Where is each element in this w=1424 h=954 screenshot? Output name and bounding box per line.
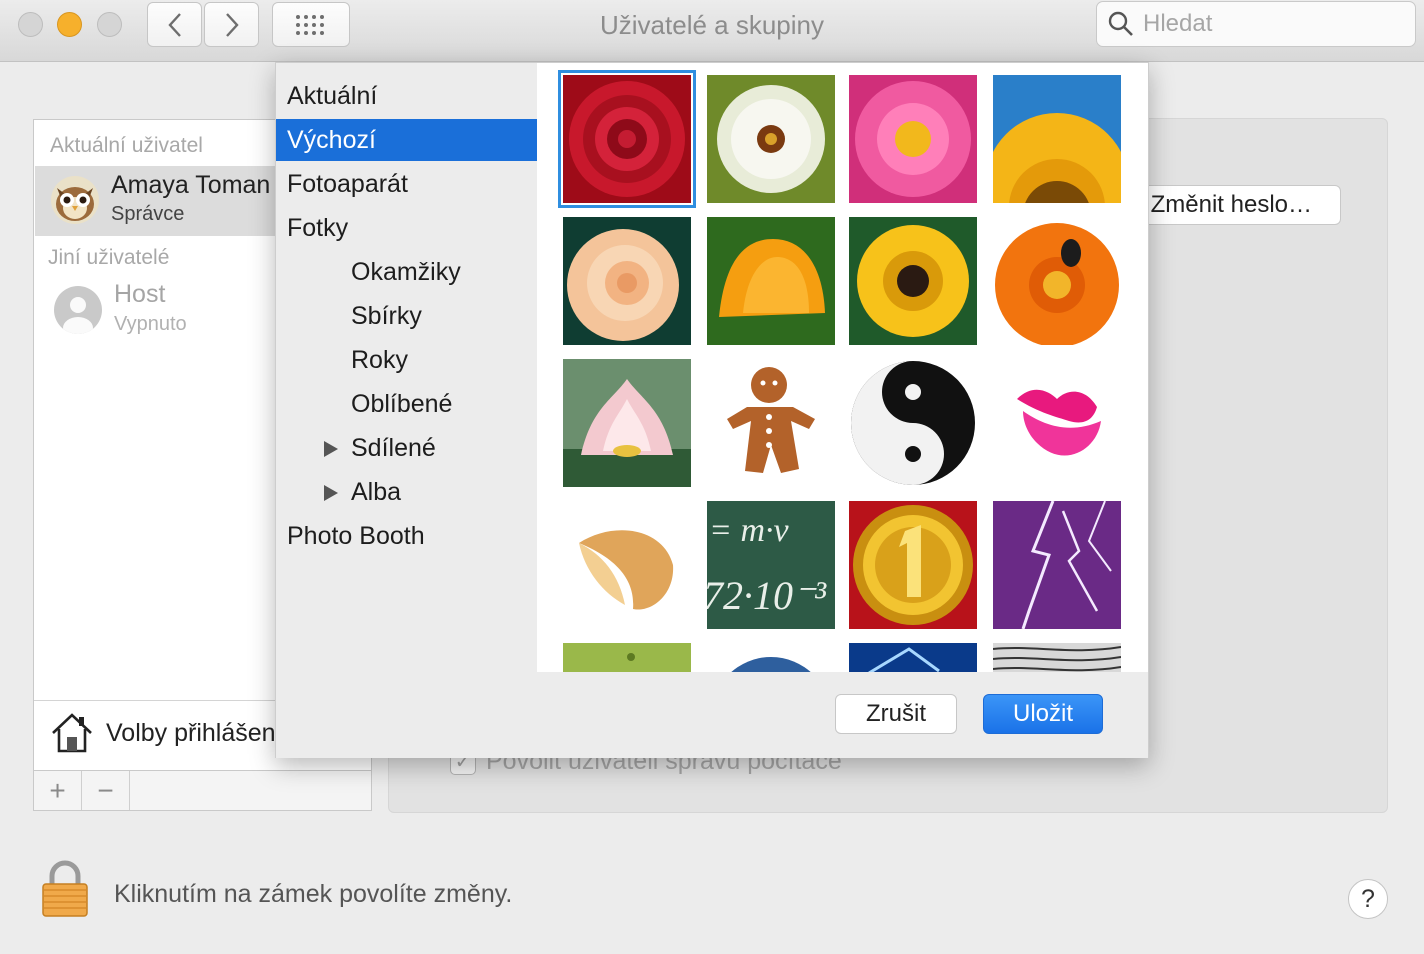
peach-rose-icon bbox=[563, 217, 691, 345]
grid-icon bbox=[296, 14, 324, 35]
help-button[interactable]: ? bbox=[1348, 879, 1388, 919]
show-all-button[interactable] bbox=[272, 2, 350, 47]
picture-peach-rose[interactable] bbox=[563, 217, 691, 345]
gingerbread-icon bbox=[707, 359, 835, 487]
picture-ice[interactable] bbox=[849, 643, 977, 672]
yin-yang-icon bbox=[849, 359, 977, 487]
owl-avatar-icon bbox=[51, 176, 99, 224]
disclosure-triangle-icon[interactable] bbox=[324, 485, 338, 501]
current-user-name: Amaya Toman bbox=[111, 171, 271, 199]
picture-lipstick-kiss[interactable] bbox=[993, 359, 1121, 487]
source-camera[interactable]: Fotoaparát bbox=[276, 163, 537, 205]
rose-icon bbox=[563, 75, 691, 203]
guest-user-status: Vypnuto bbox=[114, 313, 187, 335]
login-options-label: Volby přihlášení bbox=[106, 719, 283, 747]
source-photos[interactable]: Fotky bbox=[276, 207, 537, 249]
current-user-header: Aktuální uživatel bbox=[50, 134, 203, 157]
lock-hint-text: Kliknutím na zámek povolíte změny. bbox=[114, 880, 513, 908]
source-albums[interactable]: Alba bbox=[276, 471, 537, 513]
lightning-icon bbox=[993, 501, 1121, 629]
fortune-cookie-icon bbox=[563, 501, 691, 629]
chalkboard-icon: = m·v 72·10⁻³ bbox=[707, 501, 835, 629]
picture-yin-yang[interactable] bbox=[849, 359, 977, 487]
dandelion-icon bbox=[707, 75, 835, 203]
picture-black-eyed-susan[interactable] bbox=[849, 217, 977, 345]
picture-red-rose[interactable] bbox=[558, 70, 696, 208]
source-shared-label: Sdílené bbox=[351, 434, 436, 462]
source-shared[interactable]: Sdílené bbox=[276, 427, 537, 469]
source-favorites[interactable]: Oblíbené bbox=[276, 383, 537, 425]
minimize-window-button[interactable] bbox=[57, 12, 82, 37]
picture-gold-medal[interactable] bbox=[849, 501, 977, 629]
back-forward-buttons bbox=[147, 2, 259, 47]
leaf-icon bbox=[563, 643, 691, 672]
cancel-button[interactable]: Zrušit bbox=[835, 694, 957, 734]
chalkboard-line-2: 72·10⁻³ bbox=[707, 573, 827, 618]
forward-button[interactable] bbox=[204, 2, 259, 47]
kiss-icon bbox=[993, 359, 1121, 487]
add-user-button[interactable]: + bbox=[34, 771, 82, 810]
back-button[interactable] bbox=[147, 2, 202, 47]
add-remove-bar: + − bbox=[34, 770, 371, 810]
search-input[interactable] bbox=[1143, 10, 1403, 38]
search-icon bbox=[1108, 11, 1133, 36]
gold-medal-icon bbox=[849, 501, 977, 629]
remove-user-button[interactable]: − bbox=[82, 771, 130, 810]
save-button[interactable]: Uložit bbox=[983, 694, 1103, 734]
picture-dandelion[interactable] bbox=[707, 75, 835, 203]
source-defaults[interactable]: Výchozí bbox=[276, 119, 537, 161]
picture-fortune-cookie[interactable] bbox=[563, 501, 691, 629]
current-user-role: Správce bbox=[111, 203, 185, 225]
sunflower-icon bbox=[993, 75, 1121, 203]
source-moments[interactable]: Okamžiky bbox=[276, 251, 537, 293]
source-collections[interactable]: Sbírky bbox=[276, 295, 537, 337]
picture-water-lily[interactable] bbox=[563, 359, 691, 487]
search-field[interactable] bbox=[1096, 1, 1416, 47]
picture-zebra[interactable] bbox=[993, 643, 1121, 672]
other-users-header: Jiní uživatelé bbox=[48, 246, 170, 269]
picture-orange-gerbera[interactable] bbox=[993, 217, 1121, 345]
picture-sunflower[interactable] bbox=[993, 75, 1121, 203]
zoom-window-button[interactable] bbox=[97, 12, 122, 37]
chevron-right-icon bbox=[225, 12, 239, 37]
guest-user-name[interactable]: Host bbox=[114, 280, 165, 309]
earth-icon bbox=[707, 643, 835, 672]
source-photo-booth[interactable]: Photo Booth bbox=[276, 515, 537, 557]
source-recent[interactable]: Aktuální bbox=[276, 75, 537, 117]
picture-source-list: Aktuální Výchozí Fotoaparát Fotky Okamži… bbox=[276, 63, 537, 672]
guest-avatar-icon[interactable] bbox=[54, 286, 102, 334]
gerbera-icon bbox=[993, 217, 1121, 345]
picture-picker: Aktuální Výchozí Fotoaparát Fotky Okamži… bbox=[275, 62, 1149, 758]
water-lily-icon bbox=[563, 359, 691, 487]
chevron-left-icon bbox=[167, 12, 181, 37]
dahlia-icon bbox=[849, 75, 977, 203]
zebra-icon bbox=[993, 643, 1121, 672]
title-bar: Uživatelé a skupiny bbox=[0, 0, 1424, 62]
picture-pink-dahlia[interactable] bbox=[849, 75, 977, 203]
picture-earth[interactable] bbox=[707, 643, 835, 672]
picture-lightning[interactable] bbox=[993, 501, 1121, 629]
lock-icon[interactable] bbox=[40, 860, 90, 918]
source-albums-label: Alba bbox=[351, 478, 402, 506]
close-window-button[interactable] bbox=[18, 12, 43, 37]
poppy-icon bbox=[707, 217, 835, 345]
picture-leaf[interactable] bbox=[563, 643, 691, 672]
change-password-button[interactable]: Změnit heslo… bbox=[1140, 185, 1341, 225]
picker-footer: Zrušit Uložit bbox=[276, 672, 1148, 758]
black-eyed-susan-icon bbox=[849, 217, 977, 345]
picture-orange-poppy[interactable] bbox=[707, 217, 835, 345]
picture-chalkboard[interactable]: = m·v 72·10⁻³ bbox=[707, 501, 835, 629]
disclosure-triangle-icon[interactable] bbox=[324, 441, 338, 457]
window-title: Uživatelé a skupiny bbox=[600, 10, 824, 40]
picture-gingerbread-man[interactable] bbox=[707, 359, 835, 487]
chalkboard-line-1: = m·v bbox=[709, 512, 789, 549]
ice-icon bbox=[849, 643, 977, 672]
house-icon bbox=[52, 713, 92, 753]
source-years[interactable]: Roky bbox=[276, 339, 537, 381]
picture-grid: = m·v 72·10⁻³ bbox=[537, 63, 1148, 672]
